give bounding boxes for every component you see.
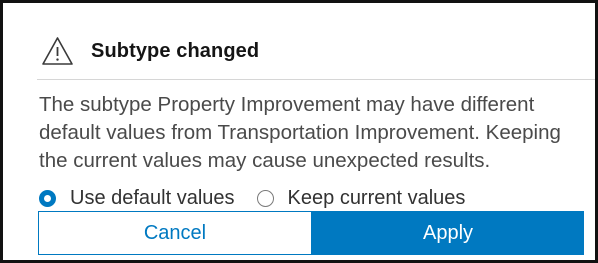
use-default-values-option[interactable]: Use default values [39, 187, 235, 210]
dialog-title: Subtype changed [91, 39, 260, 62]
use-default-values-radio[interactable] [39, 189, 56, 207]
use-default-values-label: Use default values [70, 186, 235, 209]
keep-current-values-label: Keep current values [287, 186, 466, 209]
dialog-header: Subtype changed [41, 31, 259, 71]
keep-current-values-option[interactable]: Keep current values [256, 186, 466, 210]
value-options-radio-group: Use default values Keep current values [39, 187, 465, 209]
dialog-message: The subtype Property Improvement may hav… [39, 93, 561, 172]
cancel-button[interactable]: Cancel [38, 211, 312, 255]
dialog-button-bar: Cancel Apply [38, 211, 584, 255]
warning-triangle-icon [42, 37, 73, 65]
apply-button[interactable]: Apply [312, 211, 584, 255]
keep-current-values-radio[interactable] [256, 189, 274, 207]
subtype-changed-dialog: Subtype changed The subtype Property Imp… [0, 0, 598, 263]
header-divider [37, 79, 595, 80]
